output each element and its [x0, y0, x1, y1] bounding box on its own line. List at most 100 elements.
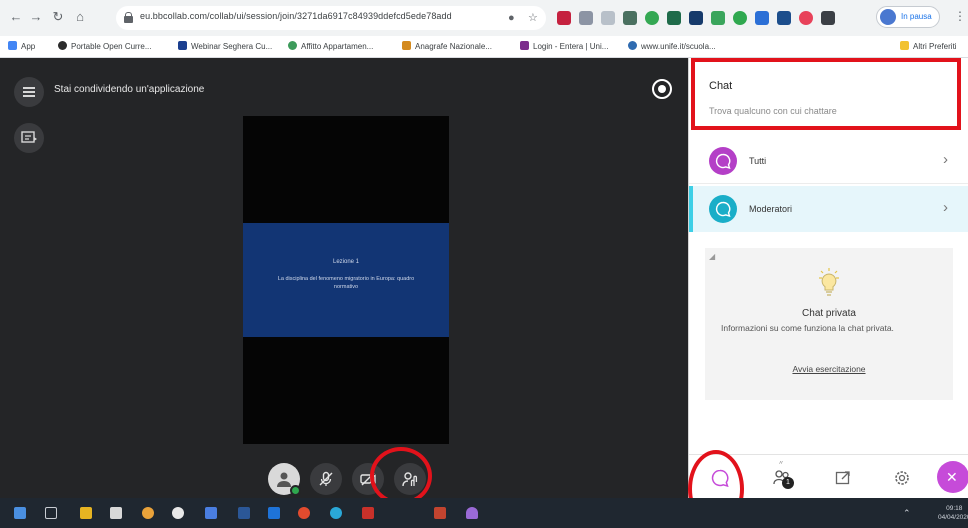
private-chat-info: ◢ Chat privata Informazioni su come funz… — [705, 248, 953, 400]
chat-icon — [711, 469, 729, 487]
raise-hand-button[interactable] — [394, 463, 426, 495]
bookmark-favicon — [402, 41, 411, 50]
bookmark-item[interactable]: Anagrafe Nazionale... — [402, 41, 492, 51]
extension-icon[interactable] — [557, 11, 571, 25]
bookmark-item[interactable]: Login - Entera | Uni... — [520, 41, 608, 51]
taskbar-date: 04/04/2020 — [938, 514, 968, 521]
extension-icon[interactable] — [733, 11, 747, 25]
presence-status-dot — [290, 485, 301, 496]
firefox-icon[interactable] — [298, 507, 310, 519]
chat-bubble-glyph — [715, 201, 731, 217]
avatar — [880, 9, 896, 25]
meeting-stage: Stai condividendo un'applicazione Lezion… — [0, 58, 688, 498]
camera-button[interactable] — [352, 463, 384, 495]
chat-bubble-icon — [709, 147, 737, 175]
acrobat-icon[interactable] — [362, 507, 374, 519]
extensions-puzzle-icon[interactable] — [821, 11, 835, 25]
camera-off-icon — [360, 472, 376, 486]
user-avatar-icon — [277, 472, 291, 487]
tab-share-content[interactable] — [831, 465, 857, 491]
windows-taskbar: ⌃ 09:18 04/04/2020 — [0, 498, 968, 528]
my-status-button[interactable] — [268, 463, 301, 496]
edge-icon[interactable] — [330, 507, 342, 519]
bookmark-favicon — [58, 41, 67, 50]
app-icon[interactable] — [205, 507, 217, 519]
url-text: eu.bbcollab.com/collab/ui/session/join/3… — [140, 11, 452, 21]
star-icon[interactable]: ☆ — [528, 11, 538, 25]
extension-icon[interactable] — [579, 11, 593, 25]
browser-toolbar: ← → ↻ ⌂ eu.bbcollab.com/collab/ui/sessio… — [0, 0, 968, 36]
channel-label: Moderatori — [749, 204, 793, 214]
lock-icon — [124, 12, 133, 23]
extension-icon[interactable] — [799, 11, 813, 25]
menu-line — [23, 95, 35, 97]
gear-icon — [895, 471, 909, 485]
browser-menu-icon[interactable]: ⋮ — [954, 9, 966, 23]
bookmarks-bar: App Portable Open Curre... Webinar Seghe… — [0, 36, 968, 58]
chat-channel-everyone[interactable]: Tutti › — [689, 138, 968, 184]
apps-grid-icon — [8, 41, 17, 50]
extension-icon[interactable] — [645, 11, 659, 25]
vlc-icon[interactable] — [142, 507, 154, 519]
session-menu-button[interactable] — [14, 77, 44, 107]
bookmark-favicon — [288, 41, 297, 50]
extension-icon[interactable] — [755, 11, 769, 25]
microphone-muted-icon — [319, 471, 333, 486]
forward-icon[interactable]: → — [28, 9, 44, 25]
lightbulb-icon — [819, 268, 839, 296]
word-icon[interactable] — [238, 507, 250, 519]
tab-participants[interactable]: 〃 1 — [769, 461, 795, 491]
chat-channel-moderators[interactable]: Moderatori › — [689, 186, 968, 232]
chat-bubble-glyph — [715, 153, 731, 169]
chevron-right-icon: › — [943, 151, 948, 168]
microphone-button[interactable] — [310, 463, 342, 495]
powerpoint-icon[interactable] — [434, 507, 446, 519]
bookmark-item[interactable]: Webinar Seghera Cu... — [178, 41, 272, 51]
start-tutorial-link[interactable]: Avvia esercitazione — [705, 364, 953, 374]
bookmark-favicon — [520, 41, 529, 50]
bookmark-item[interactable]: Portable Open Curre... — [58, 41, 151, 51]
system-tray-icon[interactable]: ⌃ — [903, 508, 911, 519]
key-icon[interactable]: ● — [508, 11, 515, 25]
taskbar-time: 09:18 — [946, 505, 963, 512]
folder-icon — [900, 41, 909, 50]
address-bar[interactable]: eu.bbcollab.com/collab/ui/session/join/3… — [116, 6, 546, 30]
share-content-button[interactable] — [14, 123, 44, 153]
home-icon[interactable]: ⌂ — [72, 9, 88, 25]
extension-icon[interactable] — [689, 11, 703, 25]
share-status-text: Stai condividendo un'applicazione — [54, 84, 205, 95]
extension-icon[interactable] — [777, 11, 791, 25]
file-explorer-icon[interactable] — [80, 507, 92, 519]
shared-application-view: Lezione 1 La disciplina del fenomeno mig… — [243, 116, 449, 444]
bookmark-item[interactable]: App — [8, 41, 35, 51]
slide-title: Lezione 1 — [332, 259, 360, 265]
app-icon[interactable] — [466, 507, 478, 519]
extension-icon[interactable] — [601, 11, 615, 25]
extension-icon[interactable] — [711, 11, 725, 25]
mail-icon[interactable] — [268, 507, 280, 519]
start-icon[interactable] — [14, 507, 26, 519]
private-chat-description: Informazioni su come funziona la chat pr… — [721, 323, 894, 333]
menu-line — [23, 91, 35, 93]
participants-count-badge: 1 — [782, 477, 794, 489]
reload-icon[interactable]: ↻ — [50, 9, 66, 25]
task-view-icon[interactable] — [45, 507, 57, 519]
menu-line — [23, 87, 35, 89]
bookmark-item[interactable]: Affitto Appartamen... — [288, 41, 373, 51]
record-icon[interactable] — [652, 79, 672, 99]
tab-chat[interactable] — [707, 465, 733, 491]
store-icon[interactable] — [110, 507, 122, 519]
extension-icon[interactable] — [667, 11, 681, 25]
chevron-right-icon: › — [943, 199, 948, 216]
taskbar-clock[interactable]: 09:18 04/04/2020 — [938, 504, 968, 522]
other-bookmarks[interactable]: Altri Preferiti — [900, 41, 957, 51]
chrome-icon[interactable] — [172, 507, 184, 519]
back-icon[interactable]: ← — [8, 9, 24, 25]
profile-button[interactable]: In pausa — [876, 6, 940, 28]
tab-settings[interactable] — [889, 465, 915, 491]
extension-icon[interactable] — [623, 11, 637, 25]
collaborate-panel-tabs: 〃 1 ✕ — [689, 454, 968, 498]
annotation-rectangle — [691, 58, 961, 130]
bookmark-item[interactable]: www.unife.it/scuola... — [628, 41, 716, 51]
close-panel-button[interactable]: ✕ — [937, 461, 968, 493]
